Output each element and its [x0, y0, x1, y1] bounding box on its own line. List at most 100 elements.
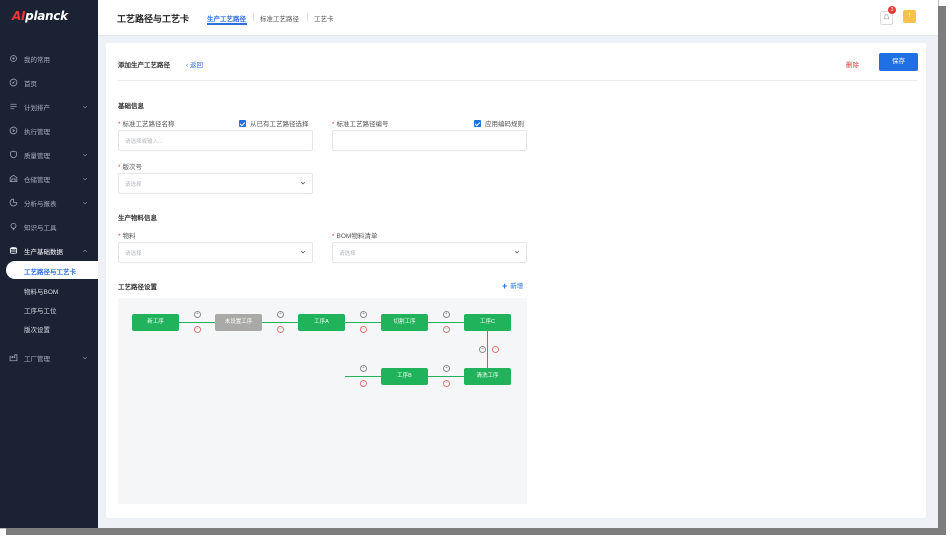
main-panel: 添加生产工艺路径 ‹ 返回 删除 保存 基础信息 * 标准工艺路径名称 从已有工艺…	[106, 43, 926, 518]
remove-node-icon[interactable]: −	[360, 326, 367, 333]
active-tab-indicator	[207, 23, 247, 25]
route-code-label: * 标准工艺路径编号	[332, 121, 389, 128]
route-node[interactable]: 未设置工序	[215, 314, 262, 331]
back-link[interactable]: ‹ 返回	[186, 59, 203, 69]
compass-icon	[9, 78, 18, 87]
version-select[interactable]: 请选择	[118, 173, 313, 194]
sidebar-item[interactable]: 计划排产	[0, 97, 98, 117]
route-name-input[interactable]: 请选择或输入...	[118, 130, 313, 151]
route-code-input[interactable]	[332, 130, 527, 151]
app-window: AIplanck 我的常用首页计划排产执行管理质量管理仓储管理分析与报表知识与工…	[0, 0, 939, 529]
tab-standard-route[interactable]: 标准工艺路径	[260, 13, 299, 23]
sidebar-subitem[interactable]: 工艺路径与工艺卡	[6, 261, 98, 279]
tab-divider	[307, 13, 308, 21]
window-shadow	[938, 6, 946, 532]
tab-production-route[interactable]: 生产工艺路径	[207, 13, 246, 23]
sidebar-subitem[interactable]: 工序与工位	[0, 300, 98, 318]
insert-node-icon[interactable]: +	[443, 311, 450, 318]
route-node[interactable]: 切割工序	[381, 314, 428, 331]
sidebar-item[interactable]: 生产基础数据	[0, 241, 98, 261]
sidebar-subitem-label: 物料与BOM	[24, 289, 59, 296]
insert-node-icon[interactable]: +	[360, 311, 367, 318]
remove-node-icon[interactable]: −	[443, 326, 450, 333]
chevron-down-icon	[82, 355, 88, 361]
sidebar-item[interactable]: 知识与工具	[0, 217, 98, 237]
shield-icon	[9, 150, 18, 159]
warehouse-icon	[9, 174, 18, 183]
brand-logo[interactable]: AIplanck	[12, 9, 68, 23]
flow-connector	[345, 376, 381, 377]
delete-button[interactable]: 删除	[846, 59, 859, 69]
sidebar-subitem-label: 工序与工位	[24, 308, 57, 315]
chevron-down-icon	[82, 200, 88, 206]
gear-icon	[9, 54, 18, 63]
route-flow-canvas[interactable]: 新工序 未设置工序 工序A 切割工序 工序C 工序B 清洗工序 + − + − …	[118, 298, 527, 504]
route-node[interactable]: 新工序	[132, 314, 179, 331]
sidebar-item-label: 质量管理	[24, 153, 50, 160]
insert-node-icon[interactable]: +	[194, 311, 201, 318]
route-node[interactable]: 工序A	[298, 314, 345, 331]
flow-connector	[428, 376, 464, 377]
sidebar-item-label: 工厂管理	[24, 356, 50, 363]
section-material-info: 生产物料信息	[118, 215, 157, 222]
encoding-rule-checkbox[interactable]: 应用编码规则	[474, 118, 524, 128]
checkbox-checked-icon	[239, 120, 246, 127]
route-node[interactable]: 工序C	[464, 314, 511, 331]
tab-divider	[253, 13, 254, 21]
sidebar-item[interactable]: 执行管理	[0, 121, 98, 141]
chevron-down-icon	[300, 180, 306, 186]
sidebar-item[interactable]: 我的常用	[0, 49, 98, 69]
play-icon	[9, 126, 18, 135]
sidebar-item-factory[interactable]: 工厂管理	[0, 348, 98, 368]
sidebar-subitem[interactable]: 版次设置	[0, 319, 98, 337]
route-name-label: * 标准工艺路径名称	[118, 121, 175, 128]
sidebar-item[interactable]: 质量管理	[0, 145, 98, 165]
sidebar-item[interactable]: 分析与报表	[0, 193, 98, 213]
chevron-down-icon	[82, 104, 88, 110]
form-title: 添加生产工艺路径	[118, 62, 170, 69]
remove-node-icon[interactable]: −	[443, 380, 450, 387]
sidebar-item-label: 仓储管理	[24, 177, 50, 184]
tab-process-card[interactable]: 工艺卡	[314, 13, 334, 23]
sidebar-item[interactable]: 首页	[0, 73, 98, 93]
avatar[interactable]: !	[903, 10, 916, 23]
add-node-button[interactable]: + 新增	[502, 280, 523, 291]
sidebar-item[interactable]: 仓储管理	[0, 169, 98, 189]
flow-connector	[262, 322, 298, 323]
sidebar-subitem-label: 版次设置	[24, 327, 50, 334]
chevron-down-icon	[514, 249, 520, 255]
factory-icon	[9, 353, 18, 362]
top-bar: 工艺路径与工艺卡 生产工艺路径 标准工艺路径 工艺卡 3 !	[98, 0, 938, 36]
sidebar-item-label: 知识与工具	[24, 225, 57, 232]
version-label: * 版次号	[118, 164, 143, 171]
flow-connector	[428, 322, 464, 323]
remove-node-icon[interactable]: −	[277, 326, 284, 333]
insert-node-icon[interactable]: +	[479, 346, 486, 353]
save-button[interactable]: 保存	[879, 53, 918, 71]
insert-node-icon[interactable]: +	[360, 365, 367, 372]
remove-node-icon[interactable]: −	[194, 326, 201, 333]
bell-glyph-icon	[883, 14, 890, 20]
list-icon	[9, 102, 18, 111]
route-node[interactable]: 清洗工序	[464, 368, 511, 385]
bom-select[interactable]: 请选择	[332, 242, 527, 263]
sidebar-subitem[interactable]: 物料与BOM	[0, 281, 98, 299]
sidebar-item-label: 计划排产	[24, 105, 50, 112]
remove-node-icon[interactable]: −	[360, 380, 367, 387]
material-select[interactable]: 请选择	[118, 242, 313, 263]
section-basic-info: 基础信息	[118, 103, 144, 110]
material-label: * 物料	[118, 233, 136, 240]
sidebar-item-label: 我的常用	[24, 57, 50, 64]
insert-node-icon[interactable]: +	[277, 311, 284, 318]
checkbox-checked-icon	[474, 120, 481, 127]
chevron-up-icon	[82, 248, 88, 254]
route-node[interactable]: 工序B	[381, 368, 428, 385]
chevron-down-icon	[82, 176, 88, 182]
existing-route-checkbox[interactable]: 从已有工艺路径选择	[239, 118, 309, 128]
sidebar-item-label: 首页	[24, 81, 37, 88]
insert-node-icon[interactable]: +	[443, 365, 450, 372]
sidebar-item-label: 执行管理	[24, 129, 50, 136]
sidebar-item-label: 生产基础数据	[24, 249, 63, 256]
remove-node-icon[interactable]: −	[492, 346, 499, 353]
window-shadow	[6, 528, 946, 535]
